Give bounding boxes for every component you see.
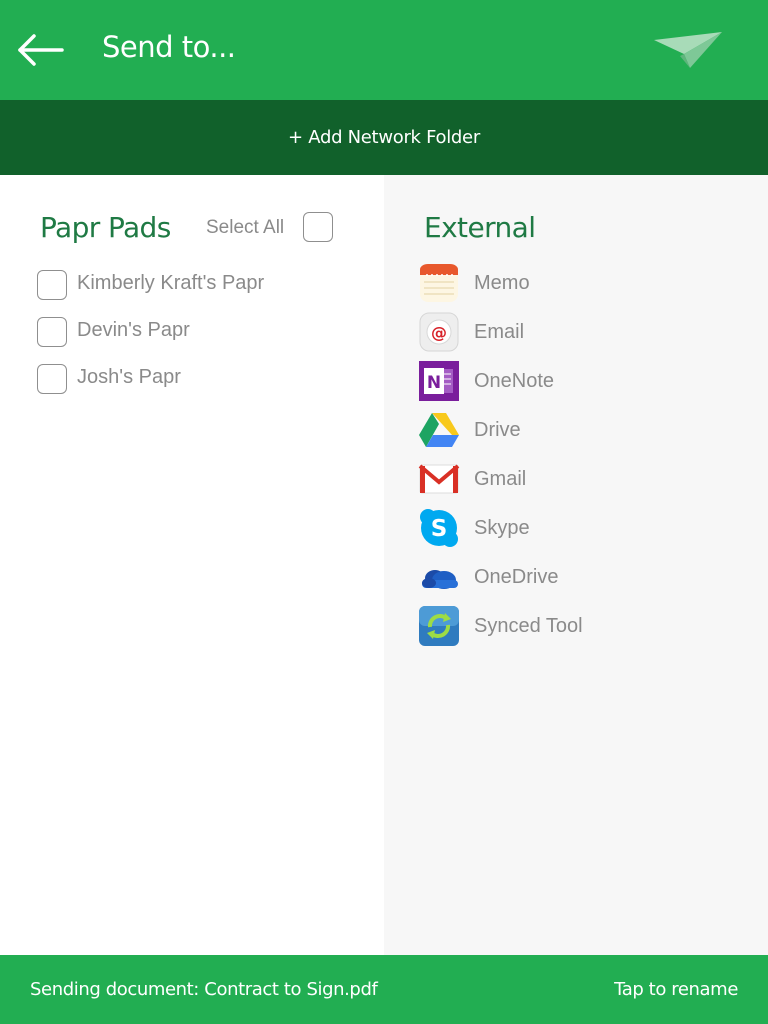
external-item-label: Skype: [474, 517, 530, 539]
sync-arrows-icon: [419, 606, 459, 646]
pad-checkbox[interactable]: [37, 364, 67, 394]
page-title: Send to...: [102, 30, 236, 64]
external-item-onenote[interactable]: N OneNote: [418, 360, 738, 402]
memo-notepad-icon: [420, 264, 458, 302]
external-item-onedrive[interactable]: OneDrive: [418, 556, 738, 598]
pad-item[interactable]: Kimberly Kraft's Papr: [37, 270, 357, 300]
tap-to-rename-button[interactable]: Tap to rename: [614, 979, 738, 1000]
select-all-label: Select All: [206, 217, 285, 238]
papr-pads-panel: Papr Pads Select All Kimberly Kraft's Pa…: [0, 175, 384, 955]
pad-item[interactable]: Josh's Papr: [37, 364, 357, 394]
onedrive-cloud-icon: [422, 570, 458, 589]
svg-text:@: @: [431, 323, 447, 342]
skype-icon: S: [420, 509, 458, 547]
external-item-drive[interactable]: Drive: [418, 409, 738, 451]
send-button[interactable]: [650, 26, 724, 72]
external-item-label: Drive: [474, 419, 521, 441]
papr-pads-title: Papr Pads: [40, 211, 171, 244]
external-item-label: Gmail: [474, 468, 527, 490]
pad-label: Kimberly Kraft's Papr: [77, 272, 265, 294]
pad-checkbox[interactable]: [37, 317, 67, 347]
pad-item[interactable]: Devin's Papr: [37, 317, 357, 347]
arrow-left-icon: [18, 34, 64, 66]
external-item-gmail[interactable]: Gmail: [418, 458, 738, 500]
external-item-synced-tool[interactable]: Synced Tool: [418, 605, 738, 647]
header-bar: Send to...: [0, 0, 768, 100]
add-network-folder-button[interactable]: + Add Network Folder: [0, 100, 768, 175]
external-item-skype[interactable]: S Skype: [418, 507, 738, 549]
svg-text:N: N: [427, 373, 441, 393]
pad-checkbox[interactable]: [37, 270, 67, 300]
back-button[interactable]: [14, 30, 68, 70]
svg-text:S: S: [431, 516, 448, 542]
pad-label: Devin's Papr: [77, 319, 190, 341]
external-item-email[interactable]: @ Email: [418, 311, 738, 353]
select-all-checkbox[interactable]: [303, 212, 333, 242]
onenote-icon: N: [419, 361, 459, 401]
external-item-label: Email: [474, 321, 525, 343]
footer-bar: Sending document: Contract to Sign.pdf T…: [0, 955, 768, 1024]
external-item-label: Memo: [474, 272, 530, 294]
add-network-folder-label: + Add Network Folder: [288, 127, 480, 148]
external-item-memo[interactable]: Memo: [418, 262, 738, 304]
google-drive-icon: [419, 413, 459, 447]
external-item-label: OneNote: [474, 370, 555, 392]
external-item-label: Synced Tool: [474, 615, 583, 637]
external-title: External: [424, 211, 536, 244]
email-at-icon: @: [419, 312, 459, 352]
paper-plane-icon: [654, 32, 722, 68]
external-item-label: OneDrive: [474, 566, 559, 588]
sending-status-text: Sending document: Contract to Sign.pdf: [30, 979, 378, 1000]
external-panel: External Memo @ Email N OneNote Drive Gm…: [384, 175, 768, 955]
pad-label: Josh's Papr: [77, 366, 181, 388]
gmail-icon: [418, 464, 460, 494]
